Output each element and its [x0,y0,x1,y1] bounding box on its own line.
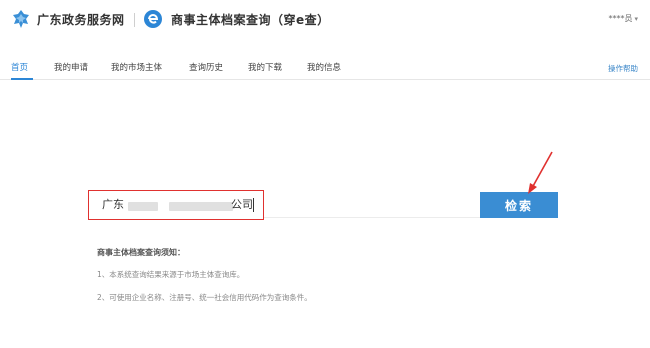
notice-item: 1、本系统查询结果来源于市场主体查询库。 [97,270,245,279]
search-input-suffix: 公司 [231,198,253,211]
notice-item: 2、可使用企业名称、注册号、统一社会信用代码作为查询条件。 [97,293,312,302]
help-link[interactable]: 操作帮助 [608,63,638,74]
input-underline [264,217,480,218]
notice-title: 商事主体档案查询须知： [97,248,185,257]
chevron-down-icon: ▾ [634,14,638,23]
top-header: 广东政务服务网 商事主体档案查询（穿e查） ****员 ▾ [0,0,650,42]
user-menu[interactable]: ****员 ▾ [608,13,638,24]
redacted-text [169,202,233,211]
redacted-text [128,202,158,211]
main-nav: 首页 我的申请 我的市场主体 查询历史 我的下载 我的信息 操作帮助 [0,56,650,80]
gov-site-name[interactable]: 广东政务服务网 [37,11,125,28]
annotation-arrow-icon [528,151,553,194]
gd-gov-logo-icon [13,10,29,28]
nav-item-home[interactable]: 首页 [11,61,28,73]
search-input-highlight[interactable]: 广东 公司 [88,190,264,220]
app-title: 商事主体档案查询（穿e查） [171,13,330,27]
nav-item-my-info[interactable]: 我的信息 [307,61,341,73]
active-tab-indicator [11,78,33,80]
e-query-logo-icon [144,10,162,28]
header-divider [134,13,135,27]
text-cursor [253,198,254,212]
nav-item-my-downloads[interactable]: 我的下载 [248,61,282,73]
user-name: ****员 [608,14,633,23]
query-notice: 商事主体档案查询须知： 1、本系统查询结果来源于市场主体查询库。 2、可使用企业… [97,247,312,315]
nav-item-query-history[interactable]: 查询历史 [189,61,223,73]
search-button[interactable]: 检索 [480,192,558,218]
search-input-prefix: 广东 [102,198,124,211]
nav-item-my-applications[interactable]: 我的申请 [54,61,88,73]
nav-item-my-entities[interactable]: 我的市场主体 [111,61,162,73]
